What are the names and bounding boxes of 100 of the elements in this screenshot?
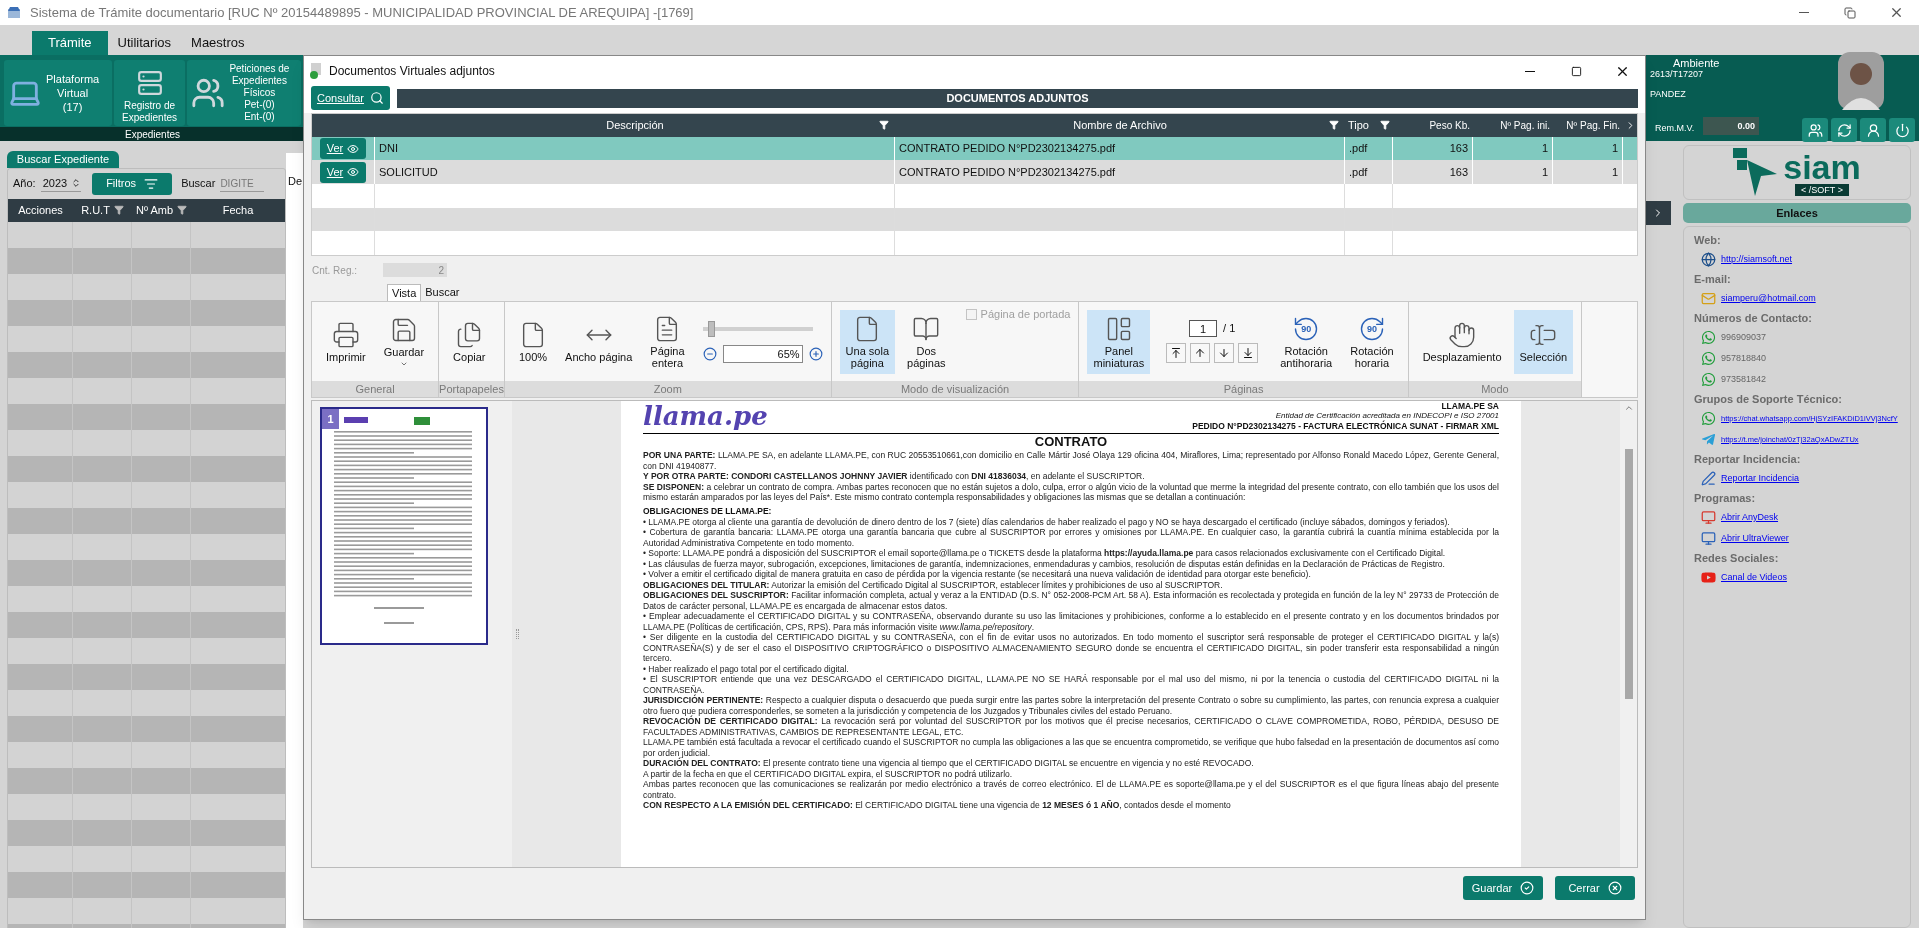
menu-tab[interactable]: Maestros <box>181 31 255 55</box>
panel-tab[interactable]: Buscar Expediente <box>7 151 119 168</box>
toolbar-tab[interactable]: Vista <box>387 284 422 301</box>
menu-tab[interactable]: Utilitarios <box>107 31 182 55</box>
search-label: Buscar <box>181 176 216 192</box>
link[interactable]: Abrir UltraViewer <box>1721 531 1789 546</box>
group-label: General <box>355 381 395 397</box>
column-header[interactable]: Nombre de Archivo <box>895 114 1345 137</box>
consult-button[interactable]: Consultar <box>311 86 390 110</box>
group-label: Páginas <box>1223 381 1264 397</box>
toolbar-button[interactable]: Guardar <box>377 309 431 374</box>
column-header[interactable]: Nº Amb <box>132 198 191 222</box>
ribbon-button[interactable]: Plataforma Virtual (17) <box>4 60 112 126</box>
document-paragraph: • El SUSCRIPTOR entiende que una vez DESCARGADO el CERTIFICADO DIGITAL, LLAMA.PE NO SE HARÁ responsable por el mal uso del mismo, ni por la tenencia o custodia del CERTIFICADO DIGITAL ni la CONTRASEÑA. <box>643 674 1499 695</box>
save-button[interactable]: Guardar <box>1463 876 1543 900</box>
table-row[interactable]: Ver DNI CONTRATO PEDIDO N°PD2302134275.pdf .pdf 163 1 1 <box>312 136 1637 161</box>
zoom-in-icon[interactable] <box>808 346 823 361</box>
column-header[interactable]: R.U.T <box>73 198 132 222</box>
document-paragraph: • Las cláusulas de fuerza mayor, subrogación, excepciones, limitaciones de garantía, indemnizaciones, enmendaduras y cambios, resolución de disputas están definidas en la Declaración de Prácticas de Registro. <box>643 558 1446 569</box>
user-button[interactable] <box>1860 118 1886 142</box>
document-paragraph: • Soporte: LLAMA.PE pondrá a disposición del SUSCRIPTOR el email soporte@llama.pe o TICKETS desde la plataforma https://ayuda.llama.pe para casos relacionados exclusivamente con el Certificado Digital. <box>643 548 1447 559</box>
toolbar-button[interactable]: Desplazamiento <box>1416 309 1508 374</box>
toolbar-button[interactable]: 100% <box>512 309 554 374</box>
year-spinner[interactable]: 2023 <box>40 174 82 193</box>
toolbar-button[interactable]: Selección <box>1513 309 1574 374</box>
table-row[interactable]: Ver SOLICITUD CONTRATO PEDIDO N°PD2302134275.pdf .pdf 163 1 1 <box>312 160 1637 185</box>
column-header[interactable]: Fecha <box>191 198 285 222</box>
table-title-bar: DOCUMENTOS ADJUNTOS <box>397 88 1638 108</box>
section-title: Redes Sociales: <box>1694 551 1780 566</box>
column-header[interactable]: Descripción <box>375 114 895 137</box>
logo-name: siam <box>1783 149 1861 184</box>
toolbar-button[interactable]: Ancho página <box>559 309 639 374</box>
users-button[interactable] <box>1802 118 1828 142</box>
page-field[interactable]: 1 <box>1189 320 1218 337</box>
chevron-button[interactable] <box>1645 201 1671 225</box>
first-page-button[interactable] <box>1166 343 1187 363</box>
restore-icon <box>1844 6 1856 19</box>
toolbar-button[interactable]: Dos páginas <box>901 309 952 374</box>
link[interactable]: Abrir AnyDesk <box>1721 510 1779 525</box>
toolbar-button[interactable]: Página entera <box>644 309 691 374</box>
slider-thumb[interactable] <box>707 320 715 337</box>
logo-tag: < /SOFT > <box>1795 183 1849 196</box>
next-page-button[interactable] <box>1214 343 1235 363</box>
filter-icon[interactable] <box>113 205 124 215</box>
toolbar-button[interactable]: Una sola página <box>839 309 895 374</box>
link[interactable]: Reportar Incidencia <box>1721 471 1800 486</box>
toolbar-button[interactable]: Panel miniaturas <box>1087 309 1151 374</box>
maximize-icon <box>1570 65 1582 77</box>
view-button[interactable]: Ver <box>320 161 366 183</box>
toolbar-tab[interactable]: Buscar <box>421 284 464 301</box>
group-label: Modo <box>1481 381 1509 397</box>
link[interactable]: http://siamsoft.net <box>1721 252 1793 267</box>
previous-page-button[interactable] <box>1190 343 1211 363</box>
last-page-button[interactable] <box>1238 343 1259 363</box>
zoom-out-icon[interactable] <box>702 346 717 361</box>
view-button[interactable]: Ver <box>320 138 366 160</box>
rem-label: Rem.M.V. <box>1655 122 1695 135</box>
scroll-up-icon[interactable] <box>1623 403 1634 413</box>
minimize-icon <box>1799 12 1809 13</box>
column-header[interactable]: Peso Kb. <box>1393 114 1473 137</box>
dialog-title: Documentos Virtuales adjuntos <box>329 63 495 80</box>
section-title: Grupos de Soporte Técnico: <box>1694 392 1843 407</box>
close-button[interactable]: Cerrar <box>1555 876 1635 900</box>
filters-button[interactable]: Filtros <box>92 172 173 195</box>
column-header[interactable]: Nº Pag. ini. <box>1473 114 1553 137</box>
document-paragraph: • LLAMA.PE otorga al cliente una garantía de devolución de dinero dentro de los 7 (siete) días calendarios de haber realizado el pago y NO se haya descargado el certificado (incluye sábados, domingos y feriados). <box>643 516 1451 527</box>
toolbar-button[interactable]: 90 Rotación antihoraria <box>1274 309 1339 374</box>
window-title: Sistema de Trámite documentario [RUC Nº 20154489895 - MUNICIPALIDAD PROVINCIAL DE AREQUIPA] -[1769] <box>30 3 694 22</box>
eye-icon <box>347 142 360 155</box>
page-thumbnail[interactable]: 1 <box>320 407 488 645</box>
vertical-scrollbar[interactable] <box>1620 401 1637 867</box>
document-icon <box>309 63 323 79</box>
group-label: Portapapeles <box>439 381 504 397</box>
link[interactable]: Canal de Videos <box>1721 570 1787 585</box>
link[interactable]: siamperu@hotmail.com <box>1721 291 1816 306</box>
environment-label: Ambiente <box>1673 56 1720 70</box>
search-field[interactable]: DIGITE <box>220 175 265 192</box>
zoom-field[interactable]: 65% <box>722 344 803 363</box>
column-header[interactable]: Tipo <box>1345 114 1393 137</box>
ribbon-button[interactable]: Registro de Expedientes <box>113 60 186 126</box>
document-paragraph: • Ser diligente en la custodia del CERTIFICADO DIGITAL y su CONTRASEÑA, con el fin de evitar usos no autorizados. En todo momento el suscriptor será responsable de proteger el CERTIFICADO DIGITAL y la(s) CONTRASEÑA(S) y de ser el caso el DISPOSITIVO CRIPTOGRÁFICO o DISPOSITIVO ALMACENAMIENTO SEGURO donde se encuentra el CERTIFICADO DIGITAL, sin poder transferir esta responsabilidad a ningún tercero. <box>643 632 1499 664</box>
filter-icon[interactable] <box>177 205 187 215</box>
column-header[interactable]: Acciones <box>8 198 73 222</box>
monitor-icon <box>1701 510 1716 525</box>
refresh-button[interactable] <box>1831 118 1857 142</box>
toolbar-button[interactable]: Copiar <box>447 309 492 374</box>
document-paragraph: • Cobertura de garantía bancaria: LLAMA.PE otorga una garantía bancaria que cubre al SUSCRIPTOR por errores y omisiones por LLAMA.PE. En cualquier caso, la garantía cubrirá la cuantía mínima establecida por la Autoridad Administrativa Competente en todo momento. <box>643 527 1499 548</box>
arrow-to-top-icon <box>1170 347 1183 359</box>
toolbar-button[interactable]: 90 Rotación horaria <box>1344 309 1400 374</box>
eye-icon <box>347 166 360 179</box>
splitter-grip[interactable] <box>515 629 519 639</box>
ribbon-button[interactable]: Peticiones de Expedientes Físicos Pet-(0) Ent-(0) <box>187 60 301 126</box>
scroll-thumb[interactable] <box>1624 449 1633 699</box>
zoom-slider[interactable] <box>702 320 813 337</box>
power-button[interactable] <box>1889 118 1915 142</box>
toolbar-button[interactable]: Imprimir <box>320 309 372 374</box>
column-header[interactable]: Nº Pag. Fin. <box>1553 114 1623 137</box>
users-icon <box>1807 122 1823 138</box>
page-number-badge: 1 <box>322 409 339 429</box>
menu-tab[interactable]: Trámite <box>32 31 108 55</box>
